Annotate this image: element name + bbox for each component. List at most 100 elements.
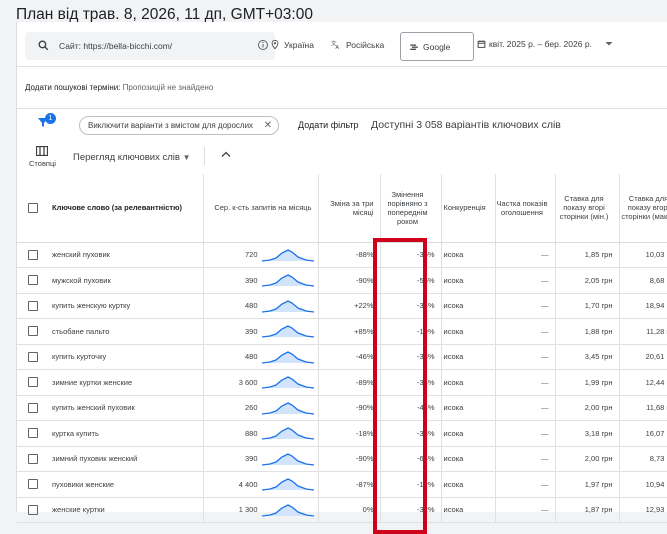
competition-cell: исока — [441, 395, 496, 421]
table-row[interactable]: мужской пуховик 390 -90% -55% исока —2,05 грн… — [17, 267, 667, 294]
table-row[interactable]: пуховики женские 4 400 -87% -12% исока —1,97 … — [17, 471, 667, 498]
keyword-cell[interactable]: стьобане пальто — [43, 318, 203, 345]
header-bid-high[interactable]: Ставка для показу вгорі сторінки (макс.) — [619, 174, 667, 243]
table-row[interactable]: зимние куртки женские 3 600 -89% -34% исока —… — [17, 369, 667, 396]
keyword-cell[interactable]: женский пуховик — [43, 242, 203, 268]
competition-cell: исока — [441, 267, 496, 294]
row-checkbox[interactable] — [28, 453, 38, 464]
keyword-cell[interactable]: куртка купить — [43, 420, 203, 447]
row-checkbox[interactable] — [28, 428, 38, 439]
header-bid-low[interactable]: Ставка для показу вгорі сторінки (мін.) — [555, 174, 620, 243]
avg-searches-value: 1 300 — [238, 505, 258, 515]
bid-high-cell: 10,94 грн — [619, 471, 667, 498]
sparkline-icon — [261, 351, 314, 364]
header-keyword[interactable]: Ключове слово (за релевантністю) — [43, 174, 203, 243]
impression-share-cell: — — [495, 497, 556, 523]
adult-filter-chip[interactable]: Виключити варіанти з вмістом для доросли… — [79, 116, 279, 135]
bid-low-cell: 3,18 грн — [555, 420, 620, 447]
search-field[interactable]: Сайт: https://bella-bicchi.com/ — [25, 32, 275, 60]
sparkline-icon — [261, 325, 314, 338]
bid-low-cell: 1,70 грн — [555, 293, 620, 319]
avg-searches-cell: 390 — [202, 318, 319, 345]
location-selector[interactable]: Україна — [270, 39, 314, 50]
row-checkbox[interactable] — [28, 377, 38, 388]
keyword-cell[interactable]: пуховики женские — [43, 471, 203, 498]
three-month-change-cell: -46% — [318, 344, 381, 370]
row-checkbox[interactable] — [28, 275, 38, 286]
keyword-cell[interactable]: купить женский пуховик — [43, 395, 203, 421]
header-avg-searches[interactable]: Сер. к-сть запитів на місяць — [202, 174, 319, 243]
avg-searches-value: 390 — [244, 326, 258, 336]
header-impression-share[interactable]: Частка показів оголошення — [495, 174, 556, 243]
table-row[interactable]: зимний пуховик женский 390 -90% -64% исока —2… — [17, 446, 667, 472]
bid-low-cell: 1,87 грн — [555, 497, 620, 523]
table-row[interactable]: купить женскую куртку 480 +22% -34% исока —1,… — [17, 293, 667, 319]
avg-searches-cell: 3 600 — [202, 369, 319, 396]
bid-low-cell: 1,85 грн — [555, 242, 620, 268]
table-row[interactable]: купить женский пуховик 260 -90% -44% исока —2… — [17, 395, 667, 421]
info-icon[interactable] — [257, 39, 269, 51]
chip-label: Виключити варіанти з вмістом для доросли… — [88, 121, 254, 130]
keyword-cell[interactable]: женские куртки — [43, 497, 203, 523]
three-month-change-cell: +22% — [318, 293, 381, 319]
row-checkbox[interactable] — [28, 351, 38, 362]
close-icon[interactable]: ✕ — [264, 120, 272, 131]
row-checkbox[interactable] — [28, 249, 38, 260]
keyword-view-selector[interactable]: Перегляд ключових слів ▼ — [73, 152, 191, 163]
dropdown-arrow-icon — [605, 42, 613, 46]
header-three-month-change[interactable]: Зміна за три місяці — [318, 174, 381, 243]
yoy-change-cell: -32% — [380, 497, 442, 523]
date-range-label: квіт. 2025 р. – бер. 2026 р. — [489, 39, 592, 49]
yoy-change-cell: -34% — [380, 369, 442, 396]
language-label: Російська — [346, 39, 385, 50]
row-checkbox[interactable] — [28, 479, 38, 490]
keyword-table: Ключове слово (за релевантністю) Сер. к-… — [17, 174, 667, 523]
bid-high-cell: 11,68 грн — [619, 395, 667, 421]
header-yoy-change[interactable]: Змінення порівняно з попереднім роком — [380, 174, 442, 243]
network-label: Google — [423, 41, 451, 52]
header-competition[interactable]: Конкуренція — [441, 174, 496, 243]
three-month-change-cell: -88% — [318, 242, 381, 268]
table-row[interactable]: купить курточку 480 -46% -33% исока —3,45 грн… — [17, 344, 667, 370]
three-month-change-cell: -87% — [318, 471, 381, 498]
impression-share-cell: — — [495, 395, 556, 421]
search-icon — [38, 40, 49, 51]
dropdown-arrow-icon: ▼ — [182, 153, 191, 162]
avg-searches-value: 390 — [244, 454, 258, 464]
network-selector[interactable]: Google — [400, 32, 474, 61]
keyword-cell[interactable]: мужской пуховик — [43, 267, 203, 294]
three-month-change-cell: -90% — [318, 267, 381, 294]
table-row[interactable]: куртка купить 880 -18% -33% исока —3,18 грн 16… — [17, 420, 667, 447]
keyword-cell[interactable]: купить женскую куртку — [43, 293, 203, 319]
row-checkbox[interactable] — [28, 300, 38, 311]
table-row[interactable]: женский пуховик 720 -88% -35% исока —1,85 грн… — [17, 242, 667, 268]
date-range-selector[interactable]: квіт. 2025 р. – бер. 2026 р. — [477, 39, 615, 49]
bid-low-cell: 1,99 грн — [555, 369, 620, 396]
yoy-change-cell: -64% — [380, 446, 442, 472]
add-search-terms[interactable]: Додати пошукові терміни: Пропозицій не з… — [25, 83, 213, 92]
network-icon — [410, 44, 418, 50]
keyword-cell[interactable]: зимний пуховик женский — [43, 446, 203, 472]
chevron-up-icon[interactable] — [220, 149, 232, 159]
bid-high-cell: 20,61 грн — [619, 344, 667, 370]
language-selector[interactable]: 文A Російська — [330, 39, 384, 50]
add-filter-button[interactable]: Додати фільтр — [298, 120, 358, 130]
add-terms-value: Пропозицій не знайдено — [122, 83, 214, 92]
avg-searches-value: 3 600 — [238, 377, 258, 387]
keyword-planner-panel: Сайт: https://bella-bicchi.com/ Україна … — [16, 22, 667, 534]
location-pin-icon — [271, 39, 279, 50]
impression-share-cell: — — [495, 242, 556, 268]
three-month-change-cell: 0% — [318, 497, 381, 523]
competition-cell: исока — [441, 369, 496, 396]
sparkline-icon — [261, 376, 314, 389]
table-row[interactable]: женские куртки 1 300 0% -32% исока —1,87 грн 1… — [17, 497, 667, 523]
keyword-cell[interactable]: зимние куртки женские — [43, 369, 203, 396]
columns-button[interactable]: Стовпці — [29, 146, 56, 168]
columns-icon — [36, 146, 49, 156]
row-checkbox[interactable] — [28, 504, 38, 515]
table-row[interactable]: стьобане пальто 390 +85% -19% исока —1,88 грн… — [17, 318, 667, 345]
row-checkbox[interactable] — [28, 326, 38, 337]
row-checkbox[interactable] — [28, 402, 38, 413]
select-all-checkbox[interactable] — [28, 202, 38, 213]
keyword-cell[interactable]: купить курточку — [43, 344, 203, 370]
